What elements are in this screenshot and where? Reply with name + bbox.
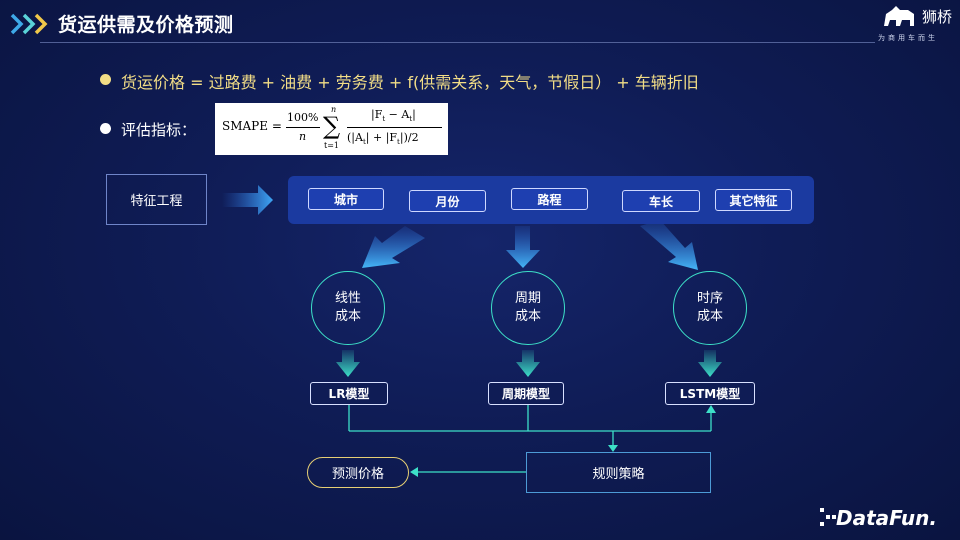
arrow-panel-to-periodic <box>506 226 540 268</box>
arrow-periodic-to-model <box>516 350 540 377</box>
feature-tag-other: 其它特征 <box>715 189 792 211</box>
feature-engineering-box: 特征工程 <box>106 174 207 225</box>
arrowhead-rules <box>608 445 618 452</box>
linear-cost-circle: 线性 成本 <box>311 271 385 345</box>
diagram-connectors <box>222 185 722 477</box>
periodic-cost-line2: 成本 <box>514 309 541 324</box>
arrowhead-lstm <box>706 405 716 413</box>
linear-cost-line2: 成本 <box>334 309 361 324</box>
temporal-cost-line1: 时序 <box>696 291 723 306</box>
arrow-feature-to-panel <box>222 185 273 215</box>
lr-model-box: LR模型 <box>310 382 388 405</box>
lstm-model-box: LSTM模型 <box>665 382 755 405</box>
periodic-cost-circle: 周期 成本 <box>491 271 565 345</box>
feature-tag-distance: 路程 <box>511 188 588 210</box>
linear-cost-line1: 线性 <box>334 291 361 306</box>
feature-tag-truck-length: 车长 <box>622 190 700 212</box>
feature-tag-month: 月份 <box>409 190 486 212</box>
arrow-linear-to-lr <box>336 350 360 377</box>
rule-strategy-box: 规则策略 <box>526 452 711 493</box>
datafun-logo-icon <box>820 508 836 526</box>
periodic-model-box: 周期模型 <box>488 382 564 405</box>
temporal-cost-line2: 成本 <box>696 309 723 324</box>
arrowhead-predict <box>410 467 418 477</box>
arrow-temporal-to-lstm <box>698 350 722 377</box>
feature-tag-city: 城市 <box>308 188 384 210</box>
predict-price-box: 预测价格 <box>307 457 409 488</box>
arrow-panel-to-linear <box>362 226 425 268</box>
arrow-panel-to-temporal <box>640 220 698 270</box>
periodic-cost-line1: 周期 <box>514 291 541 306</box>
datafun-brand: DataFun. <box>836 506 937 530</box>
temporal-cost-circle: 时序 成本 <box>673 271 747 345</box>
